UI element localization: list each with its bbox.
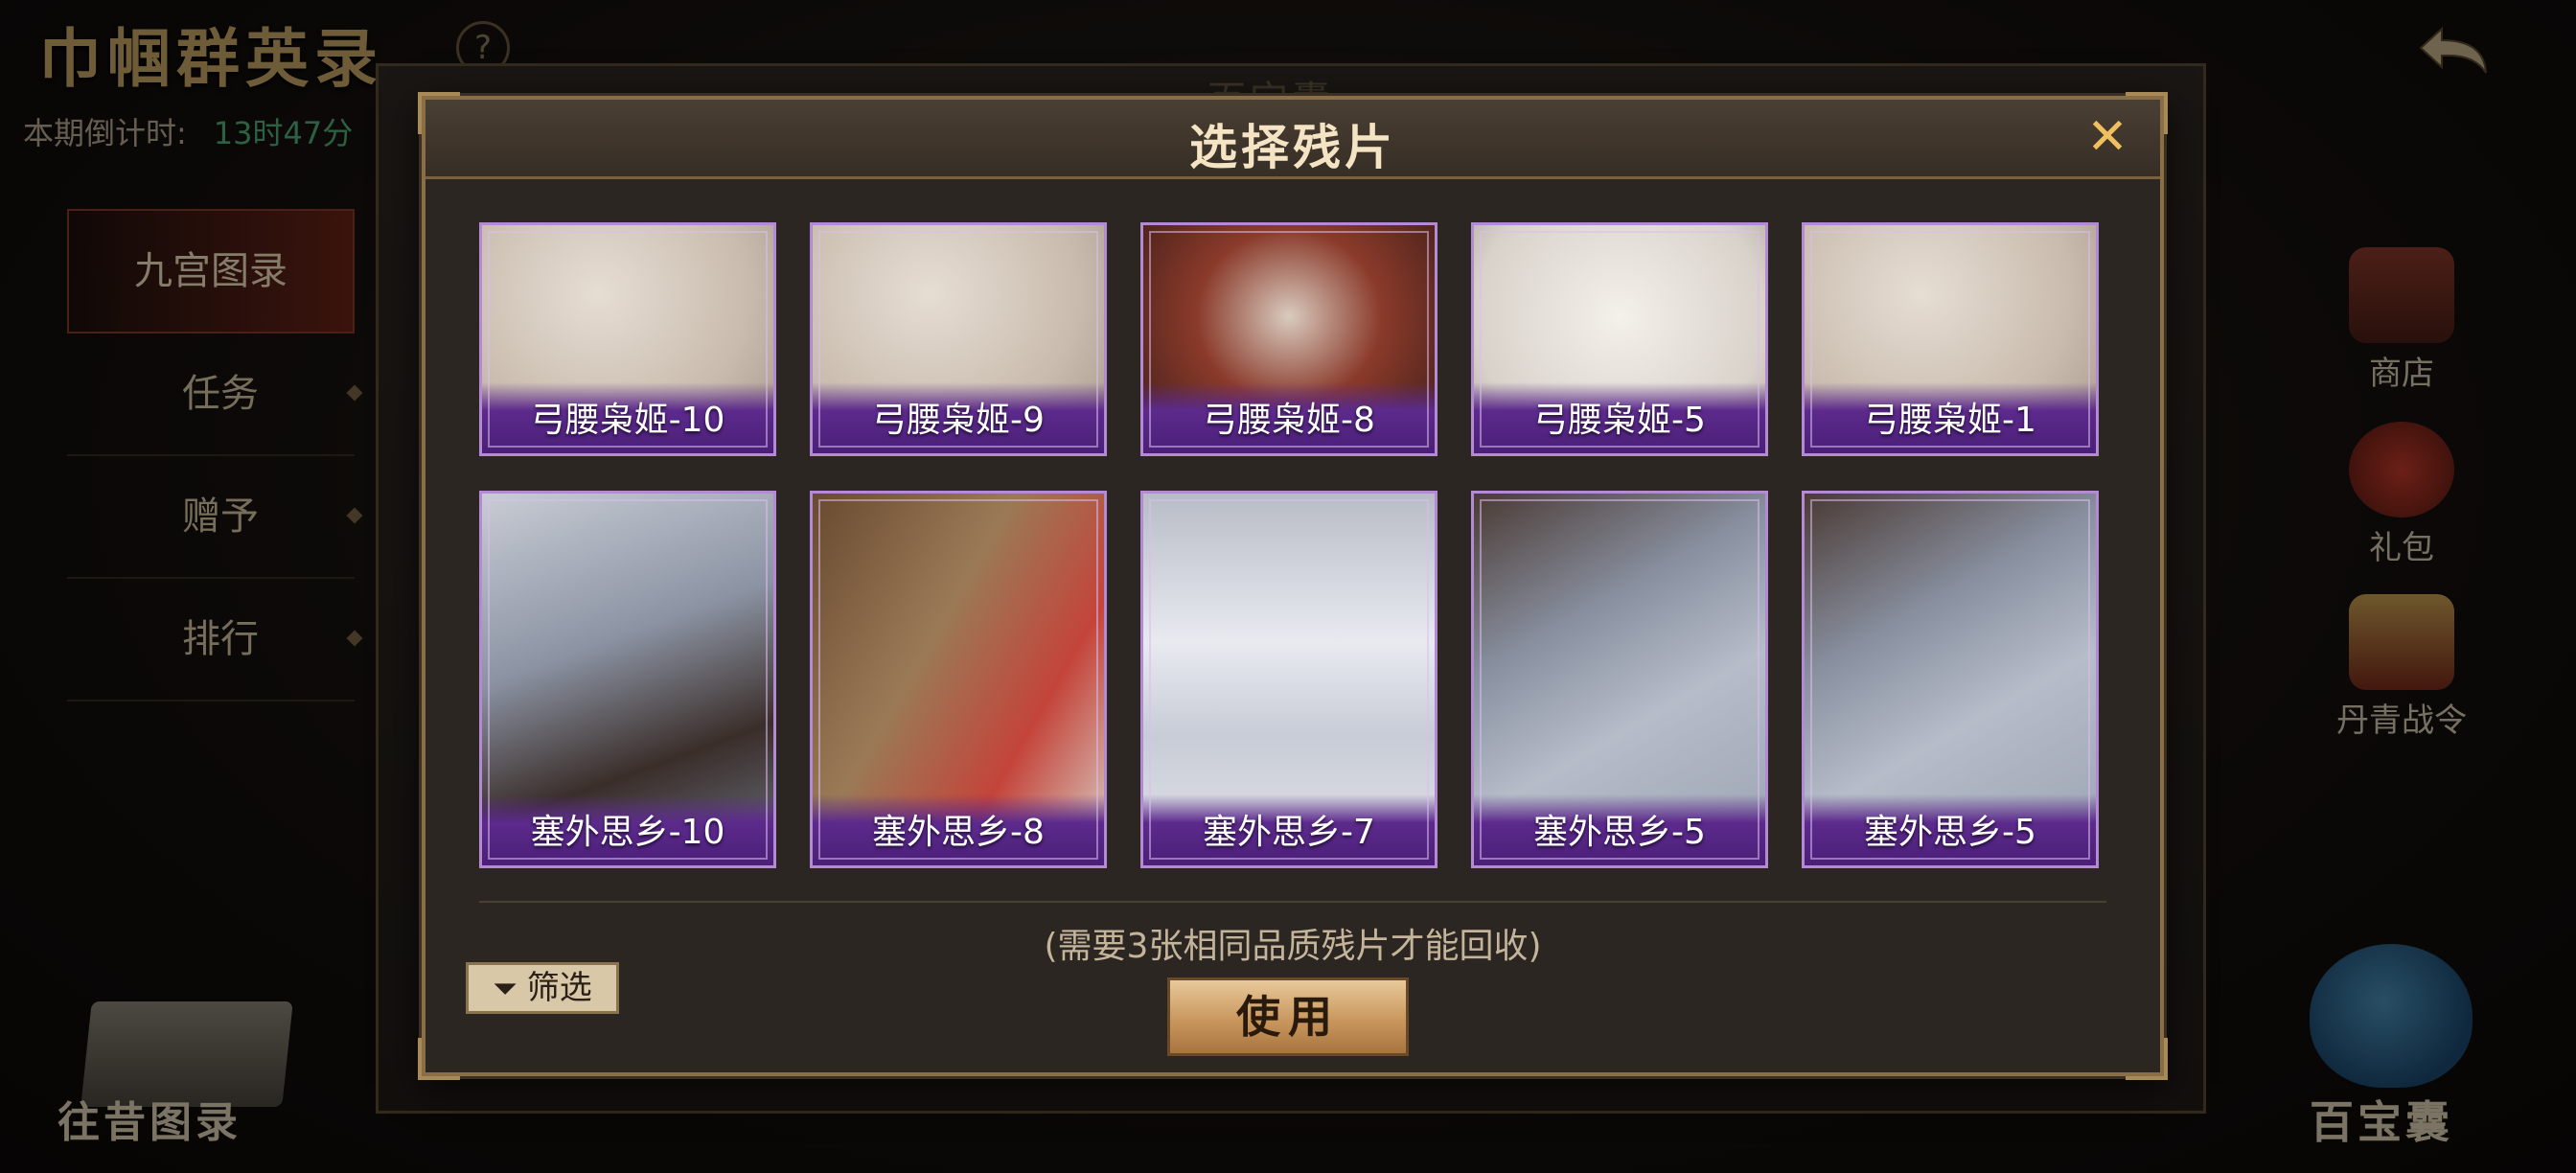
fragment-card[interactable]: 塞外思乡-8 — [810, 491, 1107, 868]
funnel-icon: ⏷ — [493, 970, 518, 1006]
fragment-label: 弓腰枭姬-8 — [1203, 401, 1375, 440]
filter-label: 筛选 — [526, 969, 592, 1007]
recycle-hint: (需要3张相同品质残片才能回收) — [1044, 927, 1542, 966]
filter-button[interactable]: ⏷ 筛选 — [466, 962, 619, 1014]
fragment-label: 弓腰枭姬-1 — [1864, 401, 2036, 440]
fragment-card[interactable]: 弓腰枭姬-8 — [1140, 222, 1438, 456]
fragment-card[interactable]: 塞外思乡-5 — [1802, 491, 2099, 868]
fragment-label: 弓腰枭姬-10 — [530, 401, 725, 440]
dialog-title: 选择残片 — [1189, 120, 1396, 175]
fragment-label: 塞外思乡-8 — [872, 813, 1045, 852]
divider — [479, 901, 2106, 903]
fragment-label: 弓腰枭姬-5 — [1533, 401, 1706, 440]
fragment-label: 塞外思乡-10 — [530, 813, 725, 852]
select-fragment-dialog: 选择残片 ✕ 弓腰枭姬-10 弓腰枭姬-9 弓腰枭姬-8 弓腰枭姬-5 弓腰枭姬… — [418, 92, 2168, 1080]
fragment-card[interactable]: 弓腰枭姬-5 — [1471, 222, 1768, 456]
corner-ornament — [2126, 1038, 2168, 1080]
fragment-card[interactable]: 弓腰枭姬-9 — [810, 222, 1107, 456]
fragment-label: 塞外思乡-5 — [1533, 813, 1706, 852]
fragment-card[interactable]: 塞外思乡-5 — [1471, 491, 1768, 868]
fragment-card[interactable]: 塞外思乡-10 — [479, 491, 776, 868]
close-icon[interactable]: ✕ — [2083, 112, 2131, 162]
fragment-label: 塞外思乡-7 — [1203, 813, 1375, 852]
fragment-label: 弓腰枭姬-9 — [872, 401, 1045, 440]
fragment-label: 塞外思乡-5 — [1864, 813, 2036, 852]
use-button[interactable]: 使用 — [1167, 978, 1409, 1056]
dialog-header: 选择残片 ✕ — [426, 100, 2160, 179]
corner-ornament — [418, 1038, 460, 1080]
fragment-card[interactable]: 塞外思乡-7 — [1140, 491, 1438, 868]
fragment-card[interactable]: 弓腰枭姬-1 — [1802, 222, 2099, 456]
fragment-card[interactable]: 弓腰枭姬-10 — [479, 222, 776, 456]
